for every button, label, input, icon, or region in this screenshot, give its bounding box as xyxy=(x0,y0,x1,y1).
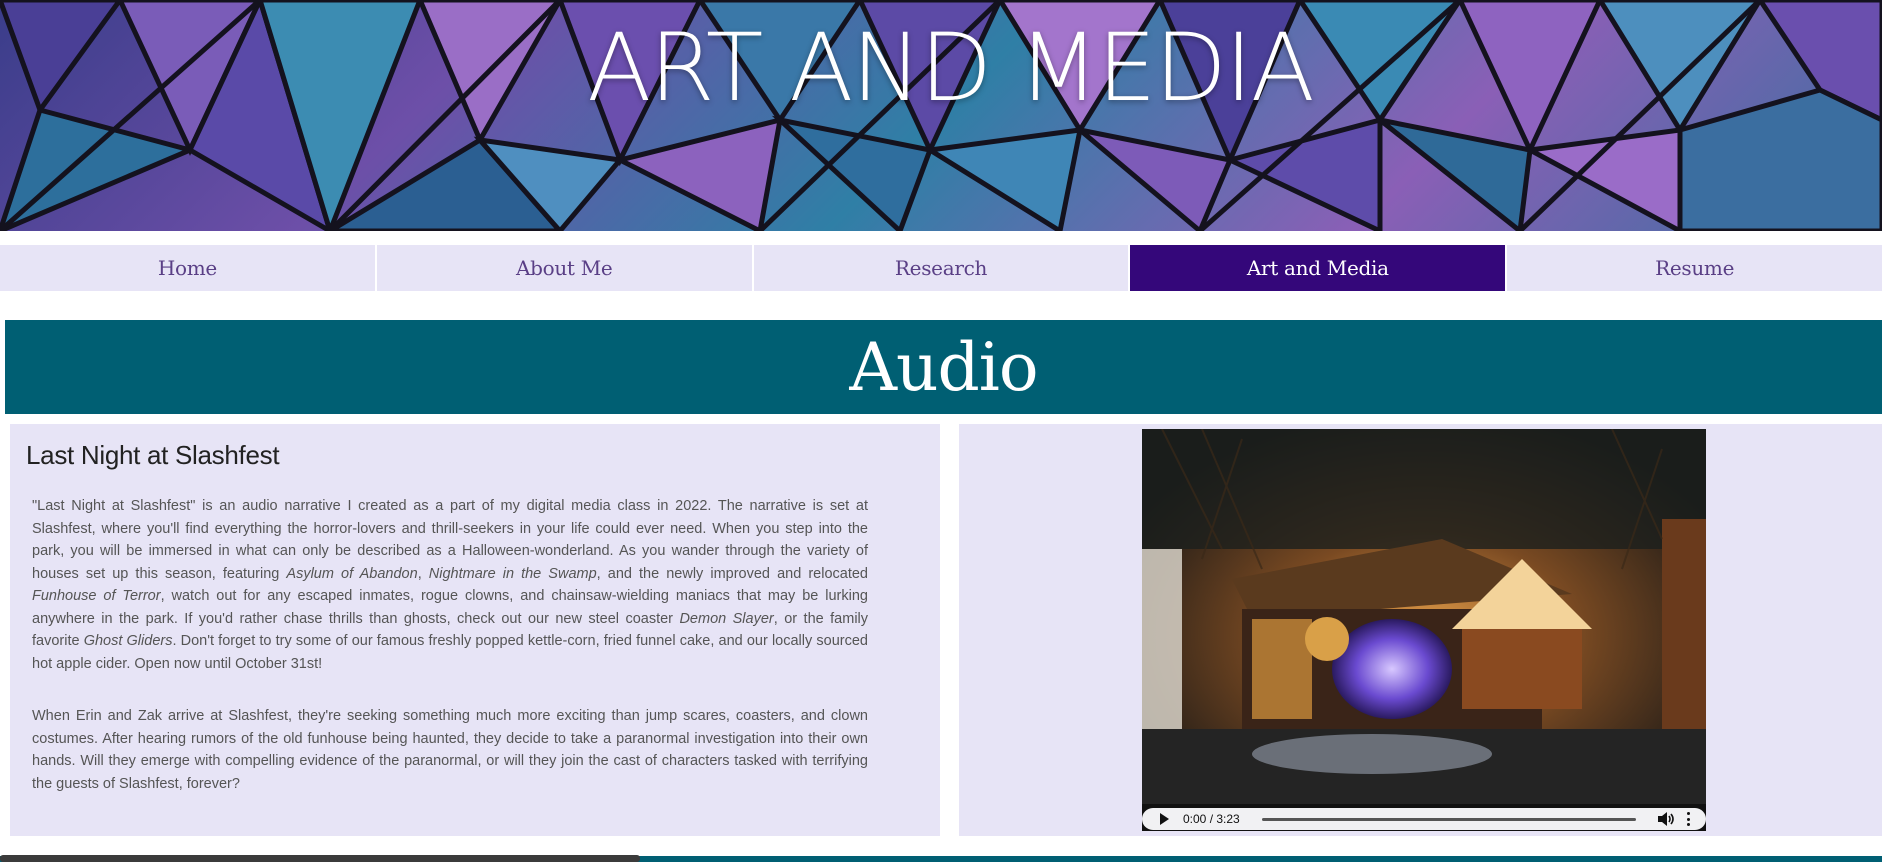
article-paragraph-1: "Last Night at Slashfest" is an audio na… xyxy=(32,498,869,672)
volume-icon[interactable] xyxy=(1658,812,1676,826)
progress-bar[interactable] xyxy=(1261,817,1636,821)
section-header: Audio xyxy=(5,320,1882,414)
horizontal-scrollbar[interactable] xyxy=(0,855,640,862)
article-paragraph-2: When Erin and Zak arrive at Slashfest, t… xyxy=(32,708,868,792)
banner-title: ART AND MEDIA xyxy=(587,14,1315,123)
play-icon[interactable] xyxy=(1160,813,1169,825)
nav-item-about-me[interactable]: About Me xyxy=(376,245,752,291)
video-player[interactable]: 0:00 / 3:23 xyxy=(1142,429,1706,831)
article-title: Last Night at Slashfest xyxy=(26,440,280,470)
nav-item-resume[interactable]: Resume xyxy=(1507,245,1882,291)
nav-item-research[interactable]: Research xyxy=(753,245,1129,291)
audio-controls: 0:00 / 3:23 xyxy=(1142,808,1706,830)
main-nav: Home About Me Research Art and Media Res… xyxy=(0,245,1882,291)
video-poster-image xyxy=(1142,429,1706,804)
section-title: Audio xyxy=(849,328,1038,406)
more-options-icon[interactable] xyxy=(1686,812,1690,826)
time-display: 0:00 / 3:23 xyxy=(1183,812,1240,826)
nav-item-home[interactable]: Home xyxy=(0,245,375,291)
nav-item-art-and-media[interactable]: Art and Media xyxy=(1130,245,1506,291)
header-banner: ART AND MEDIA xyxy=(0,0,1882,231)
article-panel: Last Night at Slashfest "Last Night at S… xyxy=(10,424,940,836)
media-panel: 0:00 / 3:23 xyxy=(959,424,1882,836)
